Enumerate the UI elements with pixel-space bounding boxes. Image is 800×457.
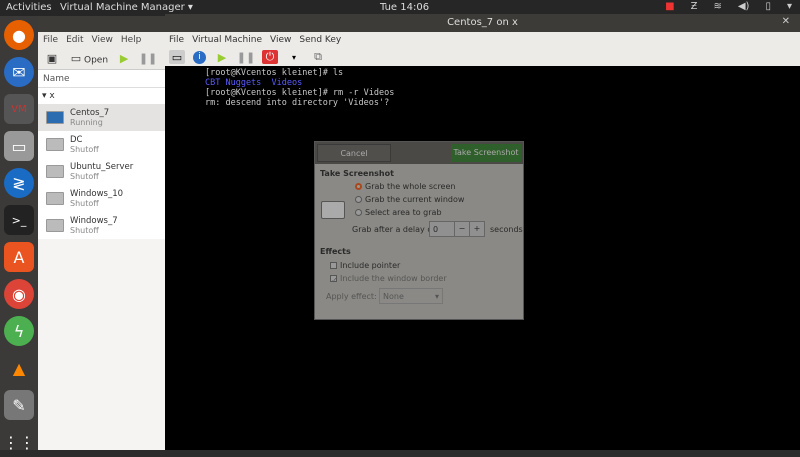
torrent-icon[interactable]: ϟ	[4, 316, 34, 346]
system-tray[interactable]: ■ Ƶ ≋ ◀) ▯ ▾	[665, 1, 792, 12]
terminal-output[interactable]: [root@KVcentos kleinet]# ls CBT Nuggets V…	[205, 68, 394, 108]
take-screenshot-button[interactable]: Take Screenshot	[451, 144, 521, 162]
screenshot-dialog: Cancel Take Screenshot Take Screenshot G…	[314, 141, 524, 320]
pause-icon[interactable]: ❚❚	[237, 50, 255, 64]
connection-group[interactable]: ▾ x	[38, 88, 168, 104]
vm-icon	[46, 138, 64, 151]
include-pointer-checkbox[interactable]: Include pointer	[330, 261, 400, 270]
clock[interactable]: Tue 14:06	[380, 2, 429, 13]
app-indicator-icon[interactable]: Ƶ	[691, 1, 698, 12]
grab-whole-screen-radio[interactable]: Grab the whole screen	[355, 182, 455, 191]
files-icon[interactable]: ▭	[4, 131, 34, 161]
include-border-checkbox[interactable]: ✓ Include the window border	[330, 274, 447, 285]
remmina-icon[interactable]: ≷	[4, 168, 34, 198]
vm-icon	[46, 219, 64, 232]
vm-running-icon	[46, 111, 64, 124]
chevron-down-icon[interactable]: ▾	[787, 1, 792, 12]
dock: ● ✉ VM ▭ ≷ >_ A ◉ ϟ ▲ ✎ ⋮⋮	[0, 16, 38, 452]
apply-effect-label: Apply effect:	[326, 292, 377, 301]
pause-icon[interactable]: ❚❚	[139, 52, 157, 66]
seconds-label: seconds	[490, 225, 523, 234]
menu-edit[interactable]: Edit	[66, 35, 83, 45]
vm-icon	[46, 165, 64, 178]
menu-file[interactable]: File	[43, 35, 58, 45]
vm-row[interactable]: Centos_7 Running	[38, 104, 168, 131]
run-icon[interactable]: ▶	[214, 50, 230, 64]
delay-label: Grab after a delay of	[352, 225, 436, 234]
delay-spinner[interactable]: 0 − +	[429, 221, 485, 237]
menu-virtual-machine[interactable]: Virtual Machine	[192, 35, 262, 45]
info-icon[interactable]: i	[193, 50, 206, 64]
console-toolbar: ▭ i ▶ ❚❚ ⏻ ▾ ⧉	[165, 48, 800, 66]
fullscreen-icon[interactable]: ⧉	[310, 50, 326, 64]
vm-row[interactable]: Windows_7 Shutoff	[38, 212, 168, 239]
decrement-button[interactable]: −	[454, 222, 469, 236]
editor-icon[interactable]: ✎	[4, 390, 34, 420]
console-view-icon[interactable]: ▭	[169, 50, 185, 64]
thunderbird-icon[interactable]: ✉	[4, 57, 34, 87]
section-effects: Effects	[320, 247, 351, 256]
apply-effect-select[interactable]: None ▾	[379, 288, 443, 304]
volume-icon: ◀)	[737, 1, 750, 12]
menu-help[interactable]: Help	[121, 35, 142, 45]
cancel-button[interactable]: Cancel	[317, 144, 391, 162]
activities-button[interactable]: Activities	[6, 2, 52, 13]
terminal-icon[interactable]: >_	[4, 205, 34, 235]
vm-row[interactable]: Ubuntu_Server Shutoff	[38, 158, 168, 185]
vm-row[interactable]: Windows_10 Shutoff	[38, 185, 168, 212]
virt-manager-icon[interactable]: VM	[4, 94, 34, 124]
new-vm-icon[interactable]: ▣	[44, 52, 60, 66]
menu-view[interactable]: View	[92, 35, 113, 45]
open-button[interactable]: ▭ Open	[68, 52, 108, 66]
delay-input[interactable]: 0	[430, 222, 454, 236]
shield-icon[interactable]: ■	[665, 1, 674, 12]
battery-icon: ▯	[765, 1, 771, 12]
vmm-window: File Edit View Help ▣ ▭ Open ▶ ❚❚ Name ▾ …	[38, 16, 168, 450]
menu-send-key[interactable]: Send Key	[299, 35, 341, 45]
console-menu-bar: File Virtual Machine View Send Key	[165, 32, 800, 48]
name-column-header[interactable]: Name	[38, 70, 168, 88]
menu-file[interactable]: File	[169, 35, 184, 45]
increment-button[interactable]: +	[469, 222, 484, 236]
run-icon[interactable]: ▶	[116, 52, 132, 66]
chevron-down-icon[interactable]: ▾	[286, 50, 302, 64]
console-title-bar[interactable]: Centos_7 on x ✕	[165, 14, 800, 32]
camera-icon	[321, 201, 345, 219]
grab-current-window-radio[interactable]: Grab the current window	[355, 195, 464, 204]
section-take-screenshot: Take Screenshot	[320, 169, 394, 178]
software-center-icon[interactable]: A	[4, 242, 34, 272]
chrome-icon[interactable]: ◉	[4, 279, 34, 309]
select-area-radio[interactable]: Select area to grab	[355, 208, 442, 217]
app-menu[interactable]: Virtual Machine Manager ▾	[60, 2, 193, 13]
wifi-icon: ≋	[713, 1, 722, 12]
show-apps-icon[interactable]: ⋮⋮	[3, 427, 35, 457]
power-icon[interactable]: ⏻	[262, 50, 278, 64]
chevron-down-icon: ▾	[434, 292, 439, 301]
menu-view[interactable]: View	[270, 35, 291, 45]
vmm-menu-bar: File Edit View Help	[38, 32, 168, 48]
vm-row[interactable]: DC Shutoff	[38, 131, 168, 158]
vmm-toolbar: ▣ ▭ Open ▶ ❚❚	[38, 48, 168, 70]
close-icon[interactable]: ✕	[782, 16, 790, 27]
vlc-icon[interactable]: ▲	[4, 353, 34, 383]
firefox-icon[interactable]: ●	[4, 20, 34, 50]
monitor-icon: ▭	[70, 52, 82, 65]
vm-icon	[46, 192, 64, 205]
